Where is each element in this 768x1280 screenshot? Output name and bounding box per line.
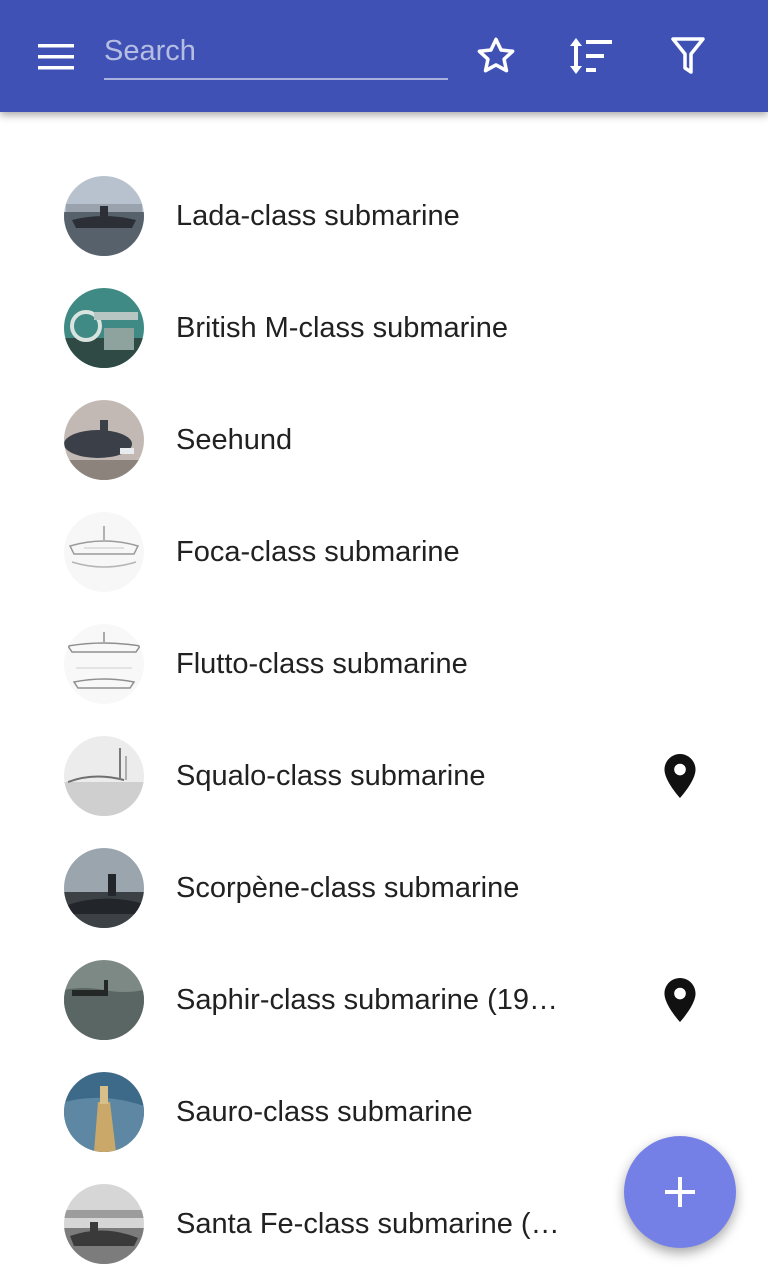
search-box: [104, 24, 448, 82]
location-pin-icon[interactable]: [664, 754, 696, 798]
thumbnail: [64, 400, 144, 480]
thumbnail: [64, 848, 144, 928]
article-list: Lada-class submarine British M-class sub…: [0, 160, 768, 1280]
item-title: Seehund: [176, 424, 293, 456]
thumbnail: [64, 1072, 144, 1152]
add-button[interactable]: [624, 1136, 736, 1248]
item-title: Foca-class submarine: [176, 536, 460, 568]
item-title: Santa Fe-class submarine (…: [176, 1208, 560, 1240]
thumbnail: [64, 512, 144, 592]
sort-icon: [570, 38, 612, 74]
menu-button[interactable]: [28, 34, 84, 78]
thumbnail: [64, 1184, 144, 1264]
sort-button[interactable]: [565, 30, 617, 82]
list-item[interactable]: Squalo-class submarine: [0, 720, 768, 832]
item-title: Lada-class submarine: [176, 200, 460, 232]
item-title: Saphir-class submarine (19…: [176, 984, 558, 1016]
thumbnail: [64, 176, 144, 256]
star-outline-icon: [477, 37, 515, 73]
list-item[interactable]: Scorpène-class submarine: [0, 832, 768, 944]
add-icon: [665, 1177, 695, 1207]
filter-icon: [671, 37, 705, 74]
filter-button[interactable]: [662, 30, 714, 82]
app-bar: [0, 0, 768, 112]
list-item[interactable]: Saphir-class submarine (19…: [0, 944, 768, 1056]
item-title: Flutto-class submarine: [176, 648, 468, 680]
list-item[interactable]: Seehund: [0, 384, 768, 496]
item-title: British M-class submarine: [176, 312, 508, 344]
thumbnail: [64, 624, 144, 704]
list-item[interactable]: Foca-class submarine: [0, 496, 768, 608]
search-input[interactable]: [104, 24, 448, 80]
item-title: Squalo-class submarine: [176, 760, 486, 792]
item-title: Scorpène-class submarine: [176, 872, 520, 904]
location-pin-icon[interactable]: [664, 978, 696, 1022]
thumbnail: [64, 288, 144, 368]
thumbnail: [64, 736, 144, 816]
list-item[interactable]: British M-class submarine: [0, 272, 768, 384]
list-item[interactable]: Lada-class submarine: [0, 160, 768, 272]
list-item[interactable]: Flutto-class submarine: [0, 608, 768, 720]
hamburger-menu-icon: [38, 44, 74, 70]
favorites-button[interactable]: [470, 30, 522, 82]
thumbnail: [64, 960, 144, 1040]
item-title: Sauro-class submarine: [176, 1096, 473, 1128]
